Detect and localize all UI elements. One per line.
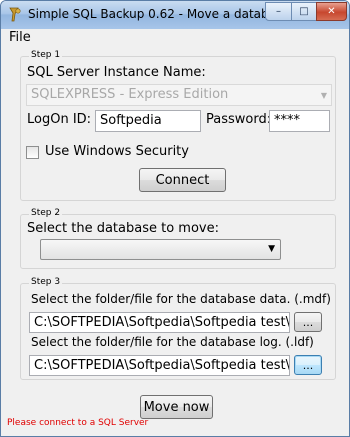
log-browse-button[interactable]: ... <box>294 355 322 375</box>
password-input[interactable]: **** <box>269 110 330 132</box>
maximize-button[interactable]: □ <box>291 2 317 21</box>
password-value: **** <box>274 113 300 128</box>
data-file-path: C:\SOFTPEDIA\Softpedia\Softpedia test\Sc <box>34 315 290 330</box>
move-now-button[interactable]: Move now <box>140 395 213 419</box>
maximize-icon: □ <box>299 6 309 17</box>
data-file-input[interactable]: C:\SOFTPEDIA\Softpedia\Softpedia test\Sc <box>29 312 290 333</box>
title-bar[interactable]: Simple SQL Backup 0.62 - Move a database… <box>1 1 349 29</box>
logon-id-label: LogOn ID: <box>27 112 92 127</box>
status-message: Please connect to a SQL Server <box>7 418 149 428</box>
step1-title: Step 1 <box>29 50 63 60</box>
log-file-input[interactable]: C:\SOFTPEDIA\Softpedia\Softpedia test\Sc <box>29 355 290 376</box>
chevron-down-icon: ▼ <box>268 244 275 254</box>
window-title: Simple SQL Backup 0.62 - Move a database <box>28 7 290 21</box>
database-select-label: Select the database to move: <box>27 221 219 236</box>
minimize-icon: – <box>276 6 281 17</box>
data-browse-label: ... <box>302 315 314 329</box>
connect-button[interactable]: Connect <box>139 168 226 192</box>
connect-label: Connect <box>155 172 210 188</box>
step3-title: Step 3 <box>29 277 63 287</box>
instance-name-label: SQL Server Instance Name: <box>27 65 206 80</box>
logon-id-value: Softpedia <box>100 113 162 128</box>
windows-security-checkbox[interactable] <box>26 146 39 159</box>
instance-name-combo[interactable]: SQLEXPRESS - Express Edition ▼ <box>26 84 332 106</box>
app-window: Simple SQL Backup 0.62 - Move a database… <box>0 0 350 437</box>
data-browse-button[interactable]: ... <box>294 312 322 332</box>
close-icon: ✕ <box>327 6 336 17</box>
step2-title: Step 2 <box>29 208 63 218</box>
log-file-label: Select the folder/file for the database … <box>31 335 314 349</box>
data-file-label: Select the folder/file for the database … <box>31 292 331 306</box>
password-label: Password: <box>206 112 272 127</box>
close-button[interactable]: ✕ <box>316 2 347 21</box>
logon-id-input[interactable]: Softpedia <box>95 110 201 132</box>
app-icon <box>7 7 23 23</box>
menu-bar: File <box>1 29 349 49</box>
windows-security-label: Use Windows Security <box>45 144 189 159</box>
minimize-button[interactable]: – <box>265 2 292 21</box>
database-select[interactable]: ▼ <box>40 239 281 260</box>
menu-file[interactable]: File <box>9 30 31 45</box>
instance-name-value: SQLEXPRESS - Express Edition <box>31 87 229 102</box>
log-browse-label: ... <box>302 358 314 372</box>
move-now-label: Move now <box>143 399 210 415</box>
chevron-down-icon: ▼ <box>320 91 327 100</box>
log-file-path: C:\SOFTPEDIA\Softpedia\Softpedia test\Sc <box>34 358 290 373</box>
